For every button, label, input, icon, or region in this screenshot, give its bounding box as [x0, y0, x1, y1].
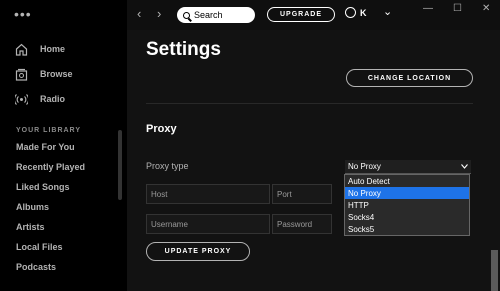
- username-placeholder: Username: [151, 219, 188, 229]
- proxy-type-dropdown: Auto Detect No Proxy HTTP Socks4 Socks5: [344, 174, 470, 236]
- user-avatar-icon: [345, 7, 356, 18]
- proxy-heading: Proxy: [146, 123, 177, 135]
- host-placeholder: Host: [151, 189, 168, 199]
- proxy-option-auto-detect[interactable]: Auto Detect: [345, 175, 469, 187]
- divider: [146, 103, 473, 104]
- sidebar-item-label: Home: [40, 44, 66, 54]
- library-item-albums[interactable]: Albums: [16, 202, 49, 212]
- proxy-type-label: Proxy type: [146, 161, 189, 171]
- library-item-recently-played[interactable]: Recently Played: [16, 162, 85, 172]
- chevron-down-icon[interactable]: ⌄: [383, 5, 392, 18]
- main-scrollbar[interactable]: [491, 250, 498, 291]
- password-field[interactable]: Password: [272, 214, 332, 234]
- close-icon[interactable]: ✕: [482, 3, 490, 14]
- proxy-type-value: No Proxy: [348, 162, 381, 171]
- library-item-artists[interactable]: Artists: [16, 222, 45, 232]
- change-location-button[interactable]: CHANGE LOCATION: [346, 69, 473, 87]
- app-menu-button[interactable]: •••: [14, 6, 32, 22]
- page-title: Settings: [146, 39, 221, 60]
- host-field[interactable]: Host: [146, 184, 270, 204]
- proxy-type-select[interactable]: No Proxy: [345, 160, 471, 174]
- home-icon: [15, 43, 28, 56]
- username-field[interactable]: Username: [146, 214, 270, 234]
- user-name: K: [360, 7, 367, 18]
- browse-icon: [15, 68, 28, 81]
- upgrade-button[interactable]: UPGRADE: [267, 7, 335, 22]
- sidebar-item-label: Browse: [40, 69, 73, 79]
- sidebar-item-radio[interactable]: Radio: [13, 90, 66, 108]
- password-placeholder: Password: [277, 219, 313, 229]
- sidebar-item-label: Radio: [40, 94, 66, 104]
- forward-button[interactable]: ›: [157, 6, 161, 21]
- library-heading: YOUR LIBRARY: [16, 127, 82, 134]
- radio-icon: [13, 93, 30, 106]
- update-proxy-button[interactable]: UPDATE PROXY: [146, 242, 250, 261]
- port-placeholder: Port: [277, 189, 292, 199]
- search-icon: [183, 11, 190, 19]
- minimize-icon[interactable]: —: [423, 3, 433, 14]
- sidebar: ••• Home Browse Radio YOUR LIBRARY Made …: [0, 0, 127, 291]
- sidebar-item-home[interactable]: Home: [15, 40, 65, 58]
- maximize-icon[interactable]: ☐: [453, 3, 462, 14]
- search-input[interactable]: Search: [177, 7, 255, 23]
- library-item-local-files[interactable]: Local Files: [16, 242, 63, 252]
- user-menu-button[interactable]: K: [345, 7, 367, 18]
- proxy-option-socks4[interactable]: Socks4: [345, 211, 469, 223]
- library-item-podcasts[interactable]: Podcasts: [16, 262, 56, 272]
- library-item-made-for-you[interactable]: Made For You: [16, 142, 75, 152]
- chevron-down-icon: [461, 164, 468, 169]
- proxy-option-socks5[interactable]: Socks5: [345, 223, 469, 235]
- sidebar-item-browse[interactable]: Browse: [15, 65, 73, 83]
- settings-panel: Settings CHANGE LOCATION Proxy Proxy typ…: [127, 30, 500, 291]
- back-button[interactable]: ‹: [137, 6, 141, 21]
- proxy-option-no-proxy[interactable]: No Proxy: [345, 187, 469, 199]
- search-placeholder: Search: [194, 10, 223, 20]
- proxy-option-http[interactable]: HTTP: [345, 199, 469, 211]
- port-field[interactable]: Port: [272, 184, 332, 204]
- top-bar: ‹ › Search UPGRADE K ⌄ — ☐ ✕: [127, 0, 500, 30]
- library-item-liked-songs[interactable]: Liked Songs: [16, 182, 70, 192]
- sidebar-scrollbar[interactable]: [118, 130, 122, 200]
